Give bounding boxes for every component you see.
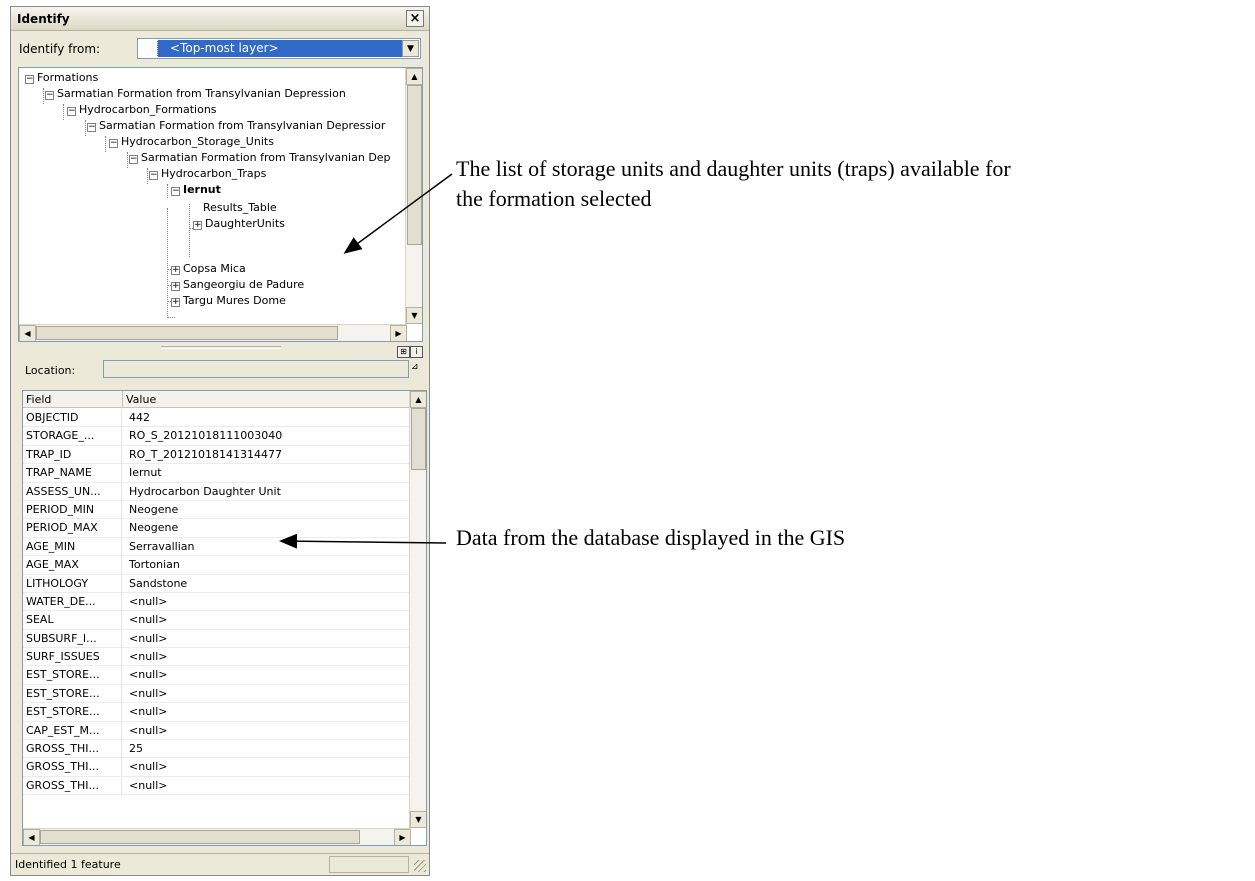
grid-annotation: Data from the database displayed in the …	[456, 525, 846, 550]
tree-annotation-arrow	[343, 173, 453, 254]
tree-annotation-line1: The list of storage units and daughter u…	[456, 156, 1011, 181]
annotation-arrows	[279, 173, 453, 549]
tree-annotation-line2: the formation selected	[456, 186, 652, 211]
grid-annotation-arrow	[279, 533, 447, 549]
